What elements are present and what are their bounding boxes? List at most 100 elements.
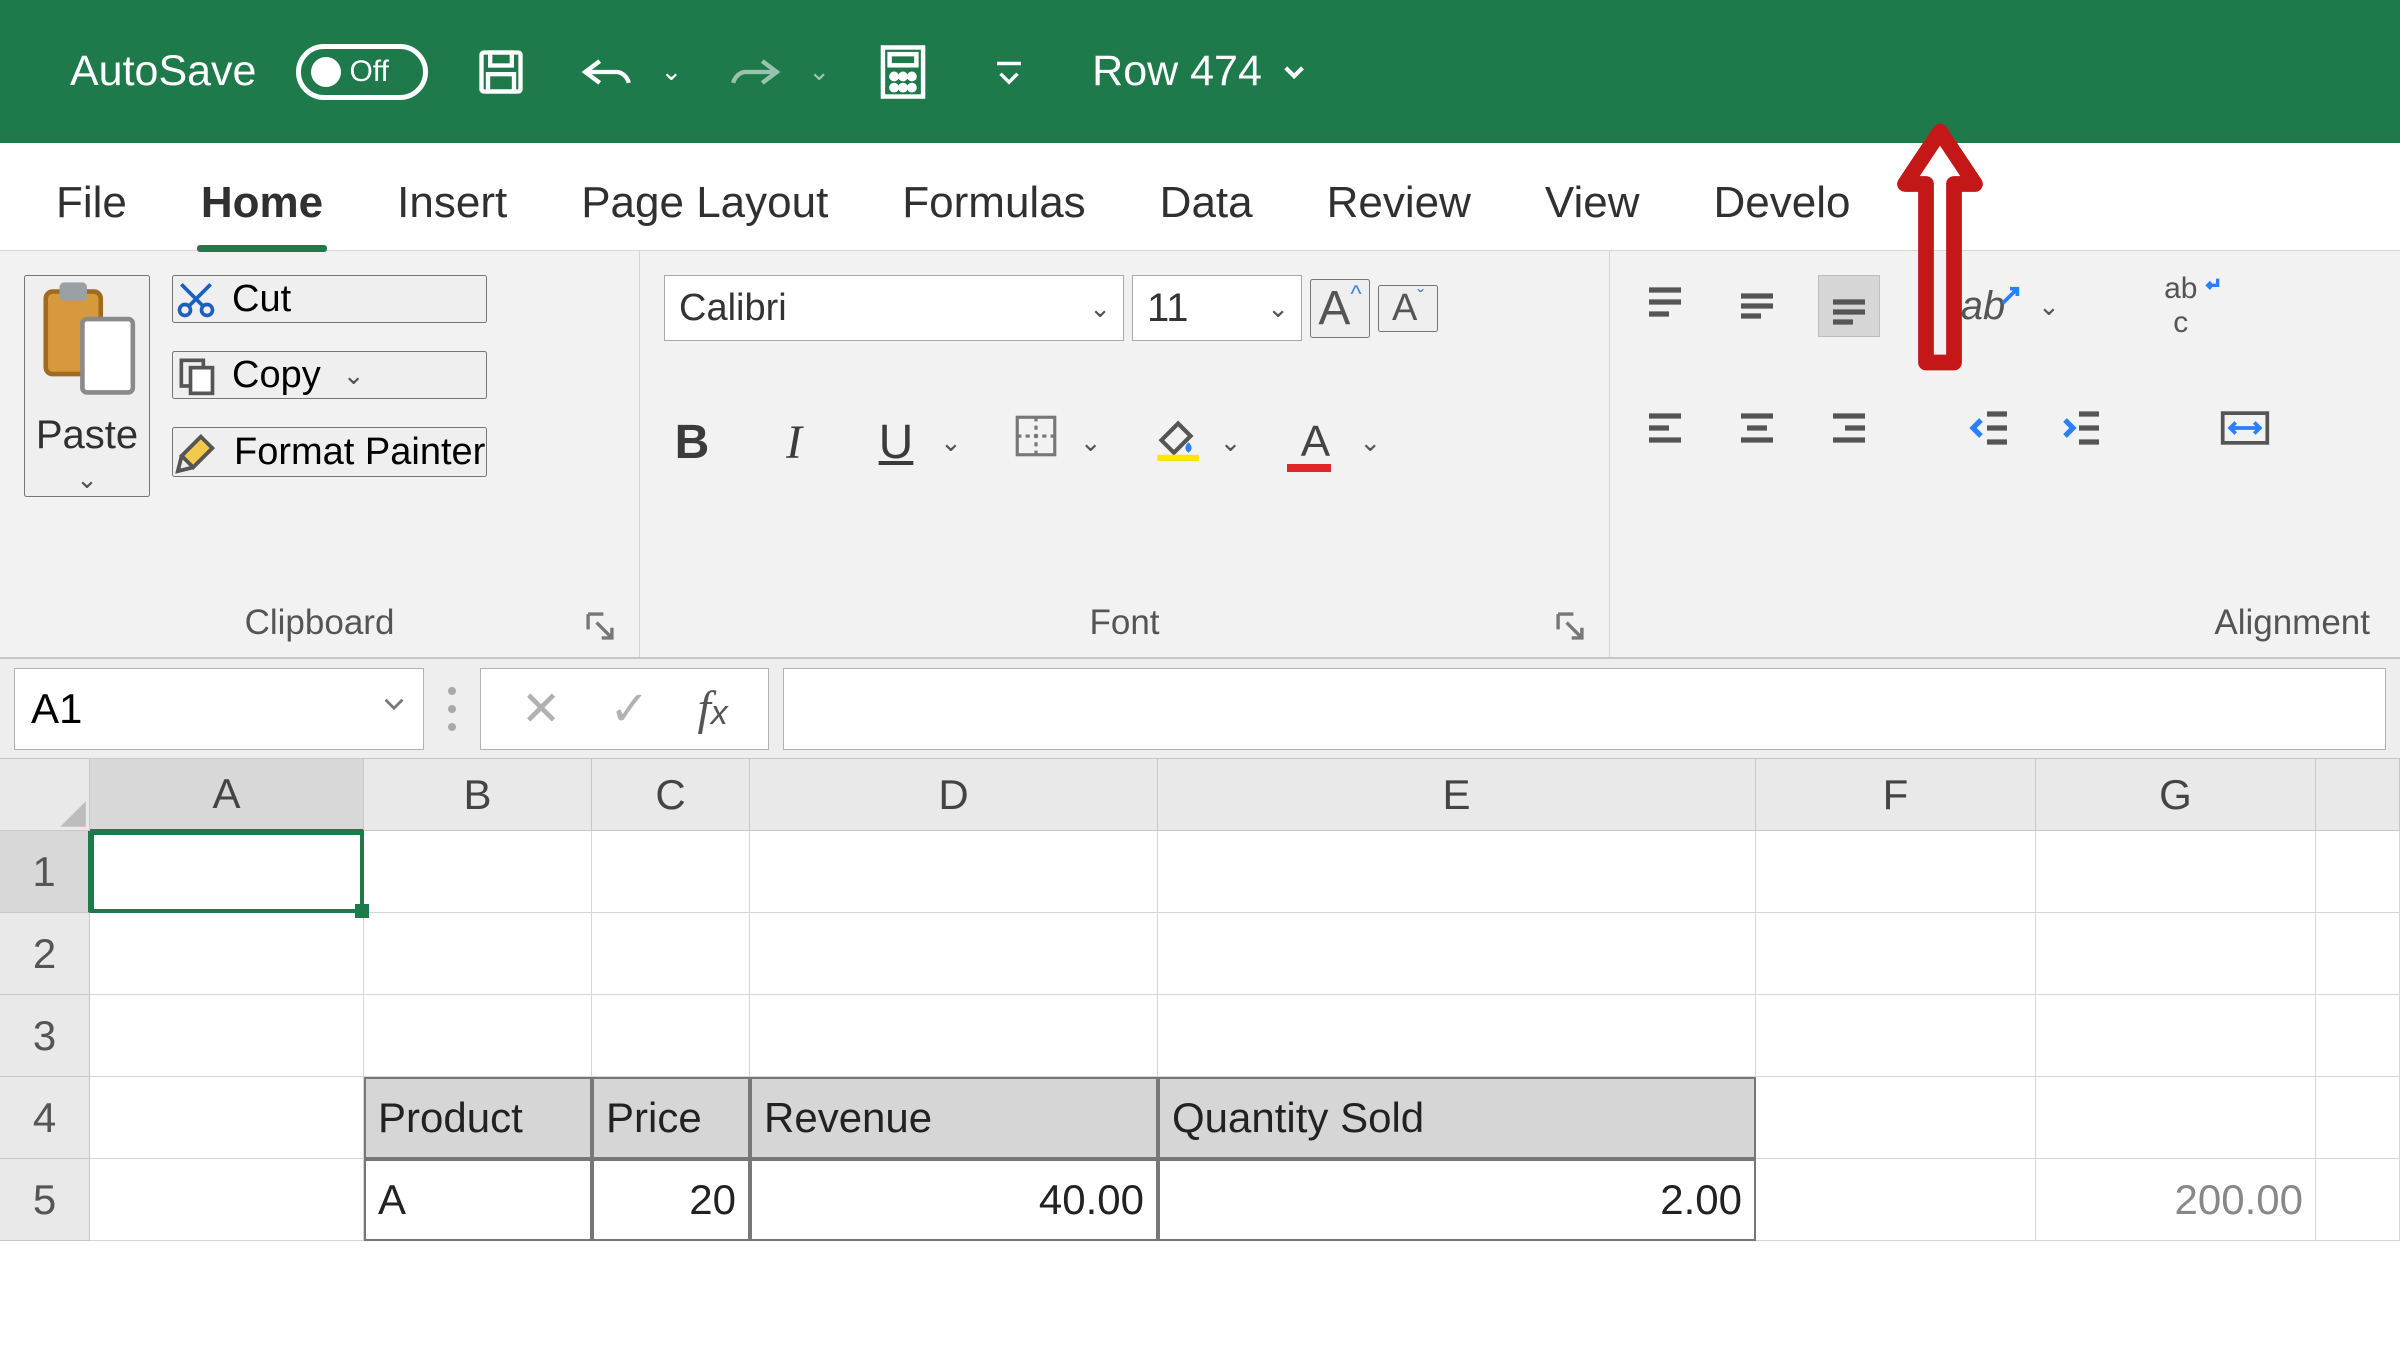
cell[interactable]	[2036, 913, 2316, 995]
cell[interactable]	[90, 1159, 364, 1241]
tab-developer[interactable]: Develo	[1707, 158, 1856, 250]
cell[interactable]: Price	[592, 1077, 750, 1159]
cell[interactable]	[2316, 831, 2400, 913]
wrap-text-button[interactable]: abc	[2160, 275, 2222, 337]
cancel-edit-icon[interactable]: ✕	[521, 681, 561, 737]
cell[interactable]	[364, 995, 592, 1077]
dialog-launcher-icon[interactable]	[583, 609, 617, 643]
save-icon[interactable]	[468, 39, 534, 105]
chevron-down-icon[interactable]: ⌄	[940, 427, 962, 458]
expand-handle-icon[interactable]	[438, 687, 466, 731]
merge-center-button[interactable]	[2214, 397, 2276, 459]
cell[interactable]	[592, 913, 750, 995]
bold-button[interactable]: B	[664, 415, 720, 470]
cell[interactable]: 2.00	[1158, 1159, 1756, 1241]
cell[interactable]	[1756, 1159, 2036, 1241]
cell[interactable]	[2316, 913, 2400, 995]
tab-home[interactable]: Home	[195, 158, 329, 250]
row-header[interactable]: 2	[0, 913, 90, 995]
tab-formulas[interactable]: Formulas	[896, 158, 1091, 250]
cell[interactable]	[90, 1077, 364, 1159]
italic-button[interactable]: I	[766, 415, 822, 470]
cut-button[interactable]: Cut	[172, 275, 487, 323]
cell[interactable]	[592, 831, 750, 913]
cell[interactable]	[364, 831, 592, 913]
row-header[interactable]: 3	[0, 995, 90, 1077]
cell[interactable]: Product	[364, 1077, 592, 1159]
select-all-corner[interactable]	[0, 759, 90, 831]
qat-more-icon[interactable]	[976, 39, 1042, 105]
align-left-button[interactable]	[1634, 397, 1696, 459]
redo-icon[interactable]	[722, 39, 788, 105]
cell[interactable]	[1158, 913, 1756, 995]
cell[interactable]	[1756, 913, 2036, 995]
decrease-font-icon[interactable]: Aˇ	[1378, 285, 1438, 332]
font-color-button[interactable]: A	[1287, 413, 1343, 472]
cell[interactable]	[90, 913, 364, 995]
copy-button[interactable]: Copy ⌄	[172, 351, 487, 399]
cell[interactable]	[2316, 1077, 2400, 1159]
fill-handle[interactable]	[355, 904, 369, 918]
font-name-select[interactable]: Calibri ⌄	[664, 275, 1124, 341]
col-header[interactable]: D	[750, 759, 1158, 831]
cell[interactable]	[2316, 1159, 2400, 1241]
orientation-button[interactable]: ab	[1960, 275, 2022, 337]
cell[interactable]: 40.00	[750, 1159, 1158, 1241]
cell[interactable]	[364, 913, 592, 995]
col-header[interactable]: F	[1756, 759, 2036, 831]
chevron-down-icon[interactable]: ⌄	[1359, 427, 1381, 458]
col-header[interactable]: C	[592, 759, 750, 831]
cell[interactable]	[750, 995, 1158, 1077]
font-size-select[interactable]: 11 ⌄	[1132, 275, 1302, 341]
chevron-down-icon[interactable]: ⌄	[1080, 427, 1102, 458]
dialog-launcher-icon[interactable]	[1553, 609, 1587, 643]
decrease-indent-button[interactable]	[1960, 397, 2022, 459]
format-painter-button[interactable]: Format Painter	[172, 427, 487, 477]
tab-view[interactable]: View	[1539, 158, 1646, 250]
cell[interactable]	[750, 831, 1158, 913]
formula-input[interactable]	[783, 668, 2386, 750]
cell[interactable]	[2316, 995, 2400, 1077]
cell[interactable]: A	[364, 1159, 592, 1241]
cell[interactable]	[750, 913, 1158, 995]
cell[interactable]	[2036, 995, 2316, 1077]
tab-insert[interactable]: Insert	[391, 158, 513, 250]
cell[interactable]: 200.00	[2036, 1159, 2316, 1241]
tab-page-layout[interactable]: Page Layout	[575, 158, 834, 250]
undo-icon[interactable]	[574, 39, 640, 105]
redo-dropdown-icon[interactable]: ⌄	[808, 56, 830, 87]
fill-color-button[interactable]	[1148, 411, 1204, 473]
align-middle-button[interactable]	[1726, 275, 1788, 337]
tab-data[interactable]: Data	[1154, 158, 1259, 250]
align-center-button[interactable]	[1726, 397, 1788, 459]
align-top-button[interactable]	[1634, 275, 1696, 337]
increase-font-icon[interactable]: A^	[1310, 279, 1370, 338]
cell[interactable]	[1158, 995, 1756, 1077]
borders-button[interactable]	[1008, 411, 1064, 473]
cell[interactable]	[1756, 1077, 2036, 1159]
chevron-down-icon[interactable]: ⌄	[2038, 291, 2060, 322]
col-header[interactable]: E	[1158, 759, 1756, 831]
tab-file[interactable]: File	[50, 158, 133, 250]
chevron-down-icon[interactable]: ⌄	[1220, 427, 1242, 458]
autosave-toggle[interactable]: Off	[296, 44, 428, 100]
col-header[interactable]: A	[90, 759, 364, 831]
cell[interactable]	[1158, 831, 1756, 913]
document-title-area[interactable]: Row 474	[1092, 47, 1308, 96]
row-header[interactable]: 4	[0, 1077, 90, 1159]
cell[interactable]: Revenue	[750, 1077, 1158, 1159]
cell[interactable]: Quantity Sold	[1158, 1077, 1756, 1159]
cell[interactable]	[2036, 1077, 2316, 1159]
insert-function-icon[interactable]: fx	[697, 681, 727, 736]
increase-indent-button[interactable]	[2052, 397, 2114, 459]
col-header[interactable]: B	[364, 759, 592, 831]
cell[interactable]	[90, 995, 364, 1077]
undo-dropdown-icon[interactable]: ⌄	[660, 56, 682, 87]
col-header[interactable]	[2316, 759, 2400, 831]
confirm-edit-icon[interactable]: ✓	[609, 681, 649, 737]
row-header[interactable]: 1	[0, 831, 90, 913]
cell[interactable]	[1756, 831, 2036, 913]
align-right-button[interactable]	[1818, 397, 1880, 459]
tab-review[interactable]: Review	[1321, 158, 1477, 250]
chevron-down-icon[interactable]	[380, 690, 408, 718]
